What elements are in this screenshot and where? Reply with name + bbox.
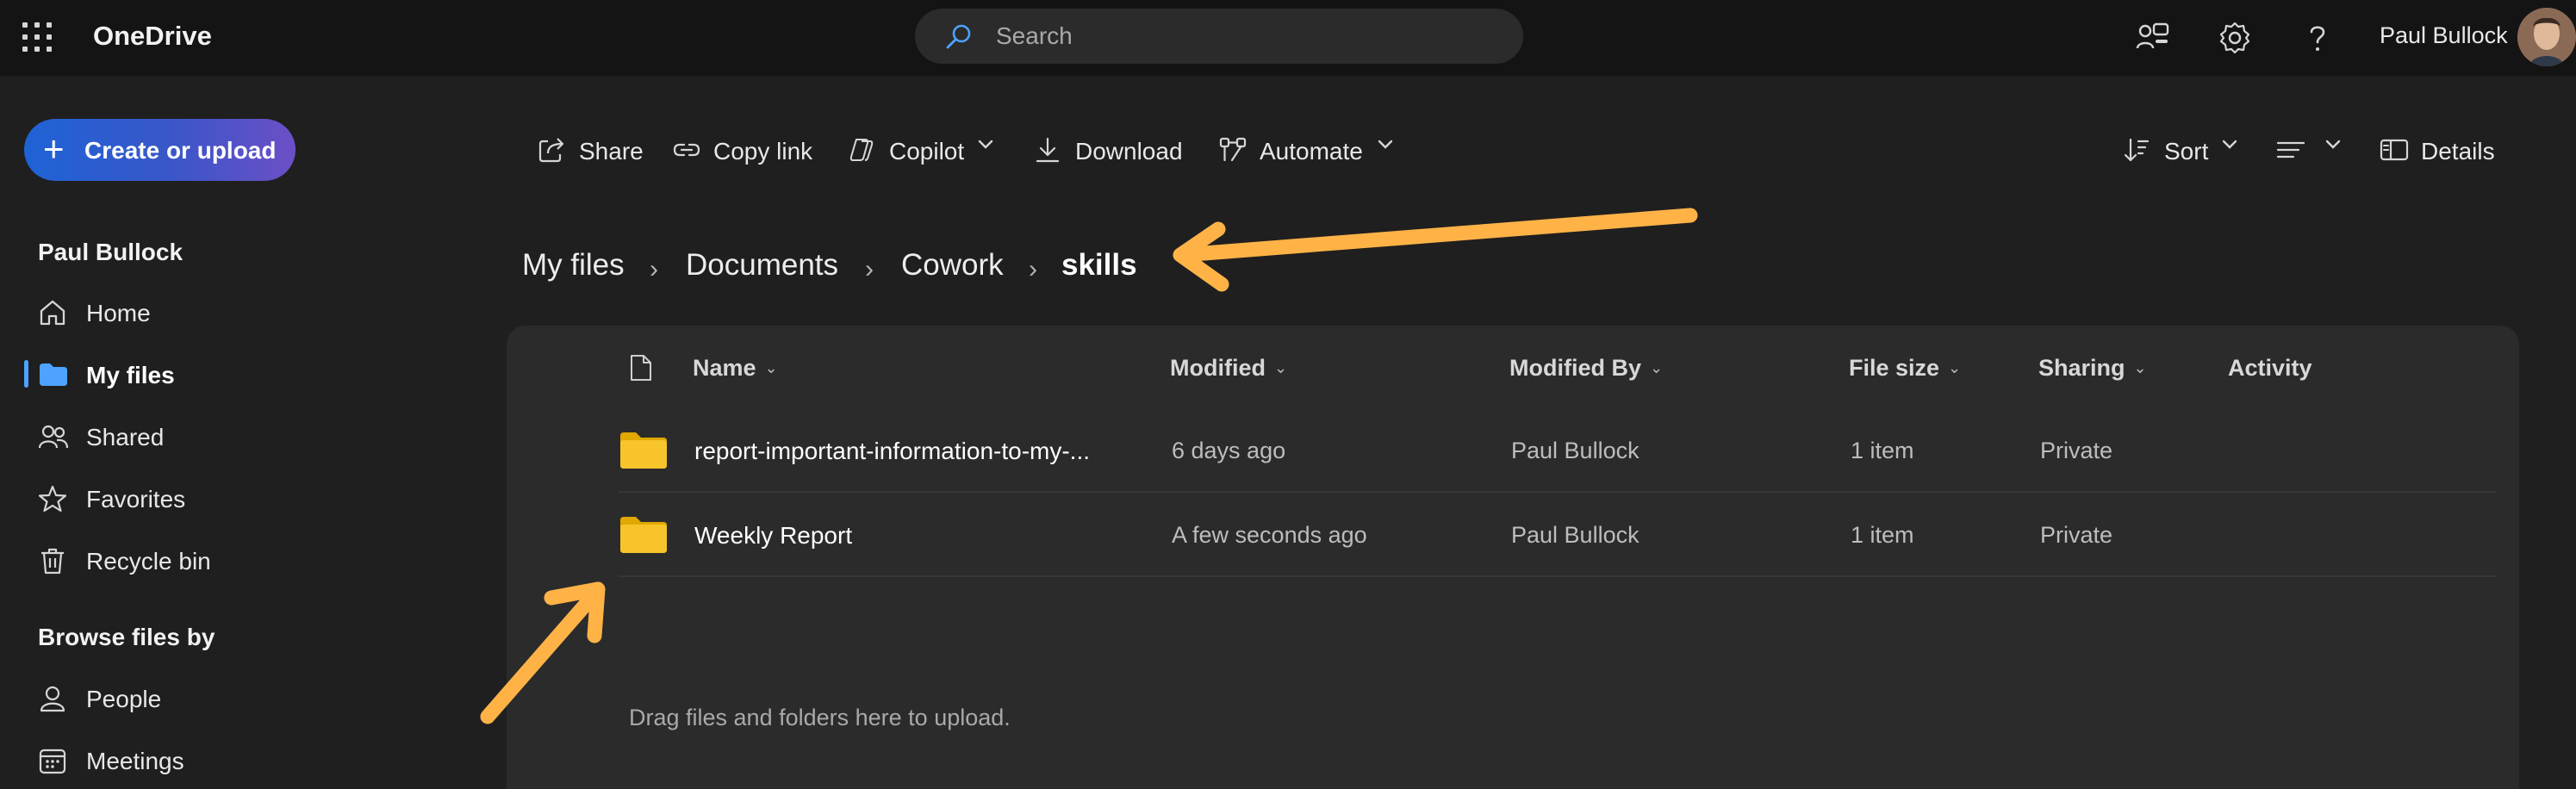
chevron-down-icon: ⌄: [1650, 359, 1664, 376]
column-header-name[interactable]: Name ⌄: [693, 355, 778, 382]
search-input[interactable]: [996, 9, 1496, 64]
automate-button[interactable]: Automate: [1218, 129, 1399, 171]
trash-icon: [41, 548, 64, 575]
person-icon: [40, 686, 65, 712]
folder-icon: [620, 432, 667, 469]
file-size-cell: 1 item: [1851, 438, 1914, 463]
share-icon: [538, 138, 564, 163]
modified-cell: A few seconds ago: [1172, 522, 1367, 548]
sidebar-item-my-files[interactable]: My files: [24, 348, 455, 400]
sidebar-item-home[interactable]: Home: [24, 286, 455, 338]
plus-icon: +: [43, 128, 65, 169]
file-type-icon[interactable]: [629, 353, 653, 382]
search-icon: [946, 24, 971, 49]
breadcrumb-separator-icon: ›: [1029, 255, 1037, 283]
sidebar-item-favorites[interactable]: Favorites: [24, 472, 455, 524]
avatar[interactable]: [2517, 8, 2576, 66]
sidebar-item-shared[interactable]: Shared: [24, 410, 455, 462]
sort-button[interactable]: Sort: [2123, 129, 2243, 171]
sharing-cell[interactable]: Private: [2040, 438, 2112, 464]
calendar-icon: [39, 749, 66, 774]
breadcrumb-separator-icon: ›: [865, 255, 874, 283]
help-icon[interactable]: [2299, 19, 2336, 57]
sidebar-item-people[interactable]: People: [24, 672, 455, 724]
chevron-down-icon: [2325, 140, 2341, 149]
search-box[interactable]: [915, 9, 1523, 64]
column-header-modified[interactable]: Modified ⌄: [1170, 355, 1287, 382]
link-icon: [673, 143, 700, 157]
folder-icon: [620, 517, 667, 553]
sort-icon: [2124, 138, 2150, 162]
avatar-photo-icon: [2517, 8, 2576, 66]
chevron-down-icon: [1378, 140, 1393, 149]
view-options-button[interactable]: [2276, 129, 2345, 171]
home-icon: [40, 300, 65, 326]
sharing-cell[interactable]: Private: [2040, 522, 2112, 549]
chevron-down-icon: [978, 140, 993, 149]
app-title[interactable]: OneDrive: [93, 21, 212, 52]
folder-icon: [40, 363, 67, 386]
sidebar-item-meetings[interactable]: Meetings: [24, 734, 455, 786]
sidebar-section-browse: Browse files by: [38, 624, 215, 650]
file-name[interactable]: Weekly Report: [694, 522, 852, 550]
star-icon: [38, 485, 67, 513]
feedback-icon[interactable]: [2133, 19, 2171, 57]
table-row[interactable]: report-important-information-to-my-... 6…: [619, 410, 2497, 493]
breadcrumb-item-current: skills: [1061, 248, 1137, 282]
details-button[interactable]: Details: [2380, 129, 2500, 171]
modified-cell: 6 days ago: [1172, 438, 1286, 463]
app-launcher-icon[interactable]: [22, 22, 52, 52]
drop-zone-hint: Drag files and folders here to upload.: [629, 705, 1011, 730]
chevron-down-icon: ⌄: [2133, 359, 2147, 376]
chevron-down-icon: ⌄: [1273, 359, 1288, 376]
annotation-arrow-icon: [1173, 208, 1698, 292]
list-view-icon: [2276, 141, 2305, 158]
column-header-sharing[interactable]: Sharing ⌄: [2038, 355, 2147, 382]
modified-by-cell[interactable]: Paul Bullock: [1511, 438, 1640, 464]
details-pane-icon: [2380, 139, 2409, 161]
file-name[interactable]: report-important-information-to-my-...: [694, 438, 1090, 465]
chevron-down-icon: ⌄: [1948, 359, 1962, 376]
top-bar: OneDrive Paul Bullock: [0, 0, 2576, 76]
chevron-down-icon: ⌄: [764, 359, 778, 376]
breadcrumb-item-my-files[interactable]: My files: [522, 248, 625, 283]
copilot-button[interactable]: Copilot: [848, 129, 999, 171]
chevron-down-icon: [2222, 140, 2237, 149]
file-list-panel: Name ⌄ Modified ⌄ Modified By ⌄ File size ⌄ …: [507, 326, 2519, 789]
modified-by-cell[interactable]: Paul Bullock: [1511, 522, 1640, 549]
download-button[interactable]: Download: [1034, 129, 1189, 171]
share-button[interactable]: Share: [538, 129, 646, 171]
gear-icon[interactable]: [2216, 19, 2254, 57]
automate-icon: [1219, 137, 1247, 162]
breadcrumb-separator-icon: ›: [650, 255, 658, 283]
active-indicator: [24, 360, 28, 388]
file-size-cell: 1 item: [1851, 522, 1914, 548]
sidebar-section-user: Paul Bullock: [38, 239, 184, 265]
column-header-modified-by[interactable]: Modified By ⌄: [1509, 355, 1663, 382]
sidebar-item-recycle-bin[interactable]: Recycle bin: [24, 534, 455, 586]
breadcrumb-item-cowork[interactable]: Cowork: [901, 248, 1004, 283]
account-name[interactable]: Paul Bullock: [2380, 22, 2508, 49]
copilot-icon: [849, 139, 874, 161]
shared-people-icon: [38, 425, 69, 449]
create-or-upload-button[interactable]: + Create or upload: [24, 119, 296, 181]
copy-link-button[interactable]: Copy link: [672, 129, 817, 171]
download-icon: [1036, 137, 1060, 163]
table-row[interactable]: Weekly Report A few seconds ago Paul Bul…: [619, 494, 2497, 577]
column-header-file-size[interactable]: File size ⌄: [1849, 355, 1961, 382]
column-header-activity[interactable]: Activity: [2228, 355, 2312, 382]
breadcrumb-item-documents[interactable]: Documents: [686, 248, 838, 283]
